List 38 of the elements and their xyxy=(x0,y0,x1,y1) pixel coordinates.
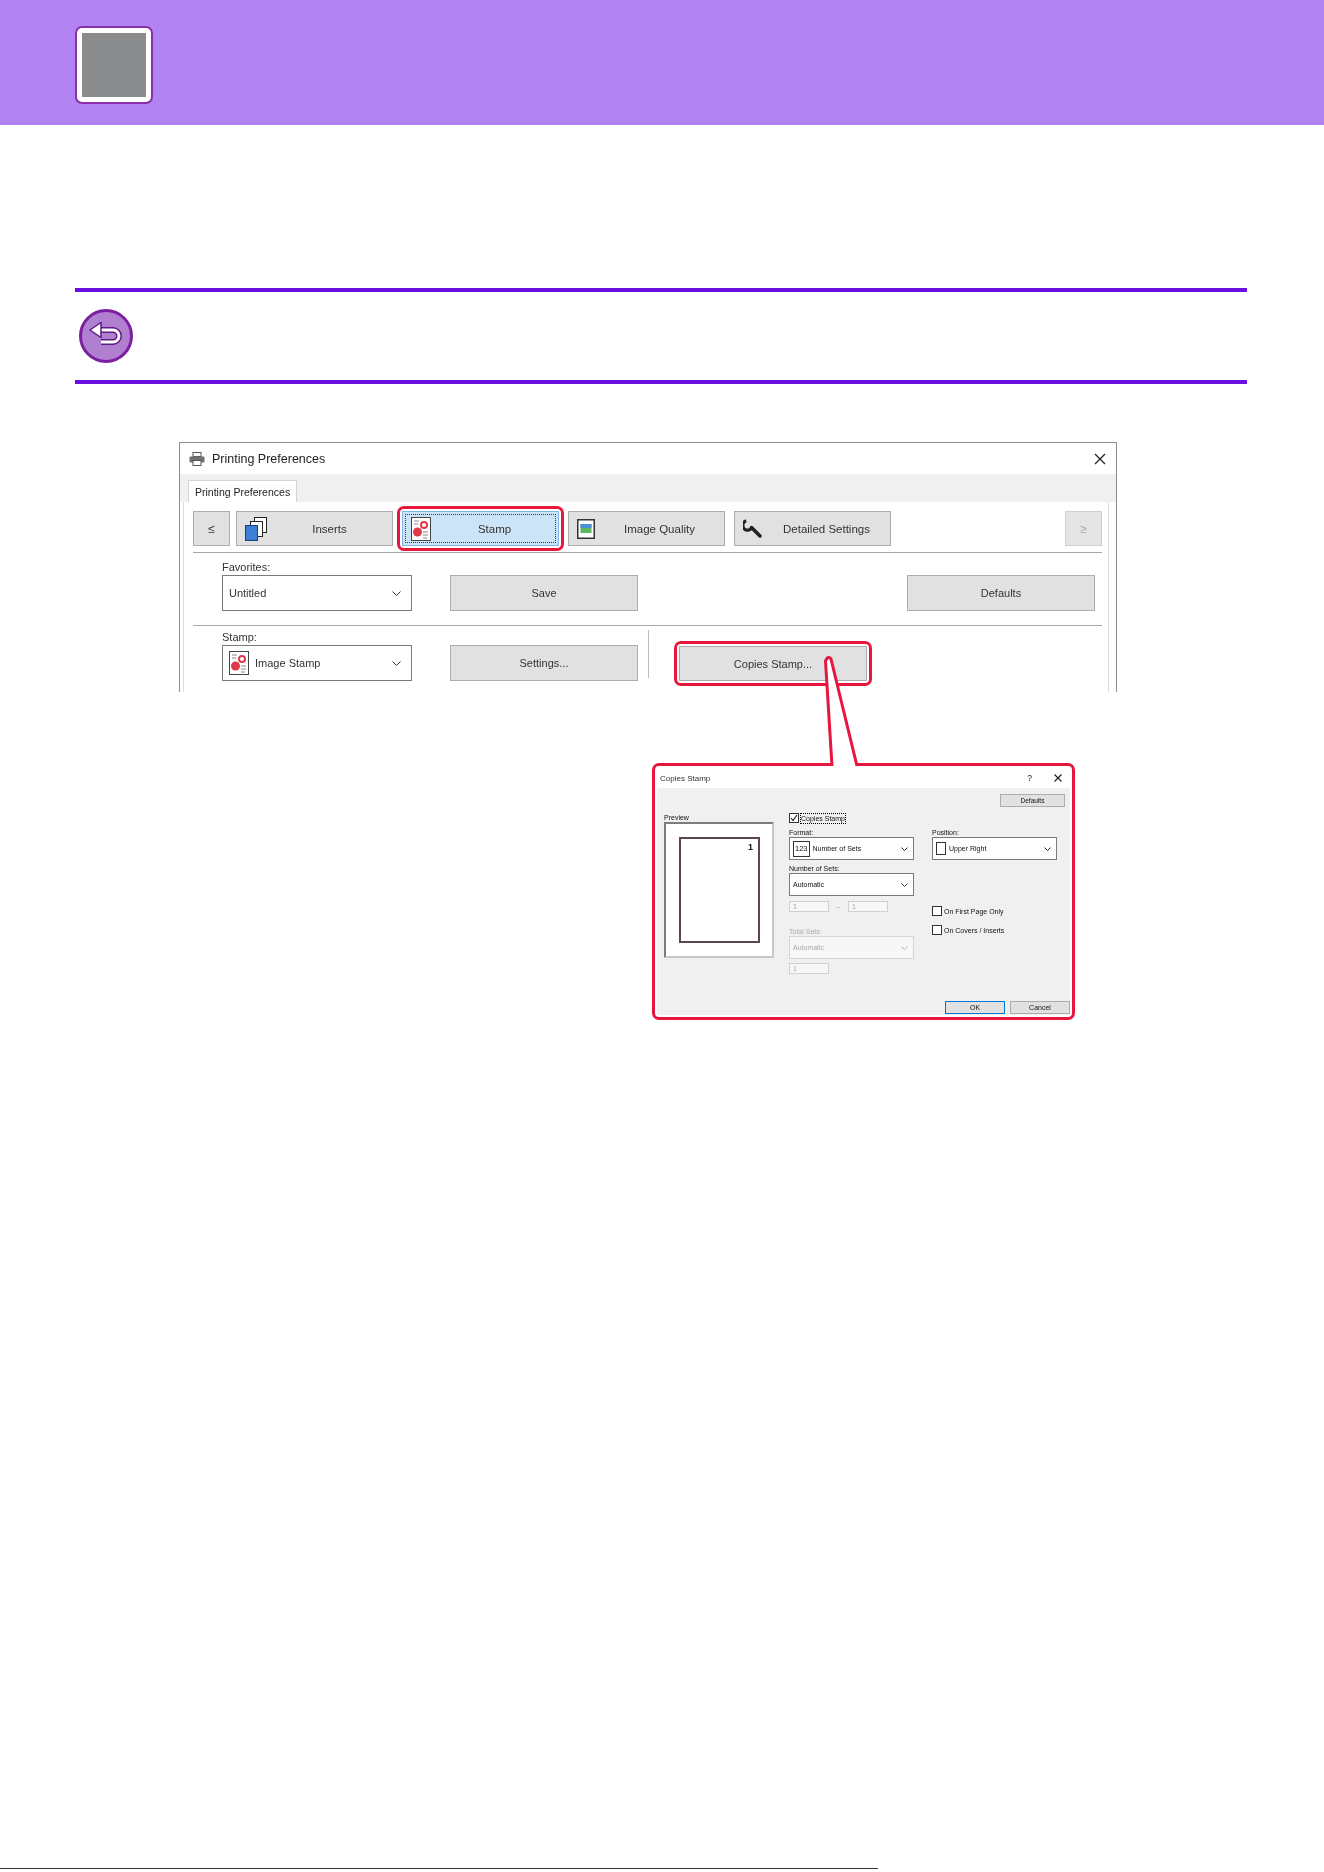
checkmark-icon xyxy=(790,814,798,822)
window-title: Printing Preferences xyxy=(212,451,326,466)
wrench-icon xyxy=(743,518,763,539)
page-gears-icon xyxy=(411,516,431,541)
save-button[interactable]: Save xyxy=(450,575,638,611)
close-icon[interactable] xyxy=(1054,774,1062,782)
checkbox[interactable] xyxy=(932,906,942,916)
checkbox[interactable] xyxy=(932,925,942,935)
tab[interactable]: Detailed Settings xyxy=(734,511,891,546)
page-gears-icon xyxy=(229,651,249,675)
scroll-left-button[interactable]: ≤ xyxy=(193,511,230,546)
chevron-down-icon xyxy=(901,882,908,887)
window-title: Copies Stamp xyxy=(660,773,711,783)
help-button[interactable]: ? xyxy=(1027,773,1032,783)
chevron-down-icon xyxy=(392,660,401,666)
defaults-button[interactable]: Defaults xyxy=(907,575,1095,611)
picture-icon xyxy=(577,518,595,539)
checkbox[interactable] xyxy=(789,813,799,823)
tab[interactable]: Image Quality xyxy=(568,511,725,546)
favorites-dropdown[interactable]: Untitled xyxy=(222,575,412,611)
square-tile-icon xyxy=(75,26,153,104)
settings-button[interactable]: Settings... xyxy=(450,645,638,681)
chevron-down-icon xyxy=(901,945,908,950)
sheet-tab[interactable]: Printing Preferences xyxy=(188,480,298,502)
chevron-down-icon xyxy=(1044,846,1051,851)
stacked-pages-icon xyxy=(245,516,267,541)
page-icon xyxy=(936,842,946,855)
tab[interactable]: Stamp xyxy=(402,511,559,546)
printer-icon xyxy=(189,451,205,466)
close-icon[interactable] xyxy=(1094,452,1106,465)
chevron-down-icon xyxy=(392,590,401,596)
page-number: 1 xyxy=(748,842,753,852)
favorites-label: Favorites: xyxy=(222,560,271,574)
chevron-down-icon xyxy=(901,846,908,851)
stamp-dropdown[interactable]: Image Stamp xyxy=(222,645,412,681)
copies-stamp-button[interactable]: Copies Stamp... xyxy=(679,646,867,681)
stamp-label: Stamp: xyxy=(222,630,257,644)
tab[interactable]: Inserts xyxy=(236,511,393,546)
